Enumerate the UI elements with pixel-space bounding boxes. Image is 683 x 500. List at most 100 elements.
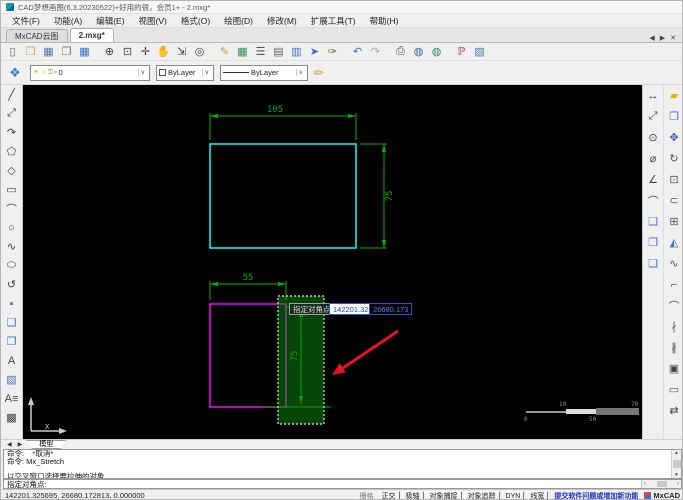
mtext-tool[interactable]: A≡ xyxy=(2,389,21,408)
save-as-button[interactable]: ▦ xyxy=(76,44,93,60)
create-block-tool[interactable]: ❐ xyxy=(2,332,21,351)
scroll-down-icon[interactable]: ▼ xyxy=(674,472,679,478)
break-button[interactable]: ∤ xyxy=(665,316,683,337)
ellipse-tool[interactable]: ⬭ xyxy=(2,256,21,275)
insert-image-tool[interactable]: ▧ xyxy=(2,370,21,389)
dim-arc-length-button[interactable]: ⌒ xyxy=(644,190,663,211)
construction-line-tool[interactable]: ⤢ xyxy=(2,104,21,123)
vertical-scroll-thumb[interactable] xyxy=(672,460,681,468)
tab-scroll-right-icon[interactable]: ▶ xyxy=(660,34,665,42)
pan-button[interactable]: ✋ xyxy=(155,44,172,60)
explode-button[interactable]: ▣ xyxy=(665,358,683,379)
menu-item[interactable]: 扩展工具(T) xyxy=(304,14,363,28)
dim-linear-button[interactable]: ↔ xyxy=(644,85,663,106)
status-toggle[interactable]: 对象追踪 xyxy=(463,490,500,499)
menu-item[interactable]: 绘图(D) xyxy=(217,14,260,28)
color-palette-button[interactable]: ▦ xyxy=(234,44,251,60)
chamfer-button[interactable]: ⌐ xyxy=(665,274,683,295)
menu-item[interactable]: 文件(F) xyxy=(5,14,47,28)
zoom-center-button[interactable]: ◎ xyxy=(191,44,208,60)
circle-tool[interactable]: ○ xyxy=(2,218,21,237)
tab-active-drawing[interactable]: 2.mxg* xyxy=(69,28,114,42)
zoom-extents-button[interactable]: ✛ xyxy=(137,44,154,60)
status-toggle[interactable]: 正交 xyxy=(377,490,400,499)
drawing-canvas[interactable]: 105 75 55 75 xyxy=(23,85,642,439)
dimension-75-right[interactable] xyxy=(360,143,387,249)
layer-select[interactable]: ☀ ☼ ⚿ ▫ 0 ∨ xyxy=(30,64,150,81)
scroll-left-icon[interactable]: ‹ xyxy=(644,481,646,487)
undo-button[interactable]: ↶ xyxy=(349,44,366,60)
erase-button[interactable]: ▰ xyxy=(665,85,683,106)
color-dropdown-icon[interactable]: ∨ xyxy=(201,69,211,76)
menu-item[interactable]: 格式(O) xyxy=(174,14,217,28)
menu-item[interactable]: 修改(M) xyxy=(260,14,304,28)
command-input-field[interactable]: 指定对角点: xyxy=(4,479,641,490)
color-select[interactable]: ByLayer ∨ xyxy=(156,64,214,81)
new-file-button[interactable]: ▯ xyxy=(4,44,21,60)
polygon-tool[interactable]: ⬠ xyxy=(2,142,21,161)
dim-diameter-button[interactable]: ⌀ xyxy=(644,148,663,169)
dim-quick-button[interactable]: ❏ xyxy=(644,253,663,274)
text-style-button[interactable]: ☰ xyxy=(252,44,269,60)
status-toggle[interactable]: 极轴 xyxy=(401,490,424,499)
layout-next-icon[interactable]: ▶ xyxy=(16,441,25,448)
format-brush-button[interactable]: ✑ xyxy=(324,44,341,60)
properties-edit-icon[interactable]: ✏ xyxy=(314,66,324,80)
layer-dropdown-icon[interactable]: ∨ xyxy=(137,69,147,76)
dynamic-input-y-field[interactable]: 26680.173 xyxy=(369,303,413,315)
print-button[interactable]: ⎙ xyxy=(392,44,409,60)
open-file-button[interactable]: ❐ xyxy=(22,44,39,60)
save-button[interactable]: ▦ xyxy=(40,44,57,60)
scale-button[interactable]: ⊡ xyxy=(665,169,683,190)
region-button[interactable]: ▭ xyxy=(665,379,683,400)
export-pdf-button[interactable]: ℙ xyxy=(453,44,470,60)
fillet-button[interactable]: ⌒ xyxy=(665,295,683,316)
select-button[interactable]: ➤ xyxy=(306,44,323,60)
offset-button[interactable]: ⊂ xyxy=(665,190,683,211)
zoom-window-button[interactable]: ⊡ xyxy=(119,44,136,60)
tab-close-icon[interactable]: ✕ xyxy=(670,34,676,42)
point-tool[interactable]: ▪ xyxy=(2,294,21,313)
save-sheet-button[interactable]: ▥ xyxy=(288,44,305,60)
dimension-105[interactable] xyxy=(209,113,357,140)
draw-line-tool[interactable]: ╱ xyxy=(2,85,21,104)
scroll-up-icon[interactable]: ▲ xyxy=(674,450,679,456)
tab-model[interactable]: 模型 xyxy=(26,440,67,449)
dim-angular-button[interactable]: ∠ xyxy=(644,169,663,190)
status-toggle[interactable]: 对象捕捉 xyxy=(425,490,462,499)
tab-scroll-left-icon[interactable]: ◀ xyxy=(649,34,654,42)
toggle-grid[interactable]: 栅格 xyxy=(358,491,376,500)
linetype-select[interactable]: ByLayer ∨ xyxy=(220,64,308,81)
tab-mxcad-cloud[interactable]: MxCAD云图 xyxy=(6,29,68,42)
zoom-scale-button[interactable]: ⇲ xyxy=(173,44,190,60)
dim-radius-button[interactable]: ⊙ xyxy=(644,127,663,148)
menu-item[interactable]: 帮助(H) xyxy=(363,14,406,28)
arc-tool[interactable]: ⌒ xyxy=(2,199,21,218)
rectangle-tool[interactable]: ▭ xyxy=(2,180,21,199)
polyline-tool[interactable]: ↷ xyxy=(2,123,21,142)
entity-rectangle-small[interactable] xyxy=(209,303,287,408)
horizontal-scroll-thumb[interactable] xyxy=(656,481,667,487)
dimension-55[interactable] xyxy=(209,281,287,300)
insert-image-button[interactable]: ▧ xyxy=(471,44,488,60)
dim-baseline-button[interactable]: ❐ xyxy=(644,232,663,253)
web-open-button[interactable]: ◍ xyxy=(428,44,445,60)
rotate-button[interactable]: ↻ xyxy=(665,148,683,169)
spline-edit-button[interactable]: ∿ xyxy=(665,253,683,274)
new-sheet-button[interactable]: ▤ xyxy=(270,44,287,60)
array-button[interactable]: ⊞ xyxy=(665,211,683,232)
spline-tool[interactable]: ∿ xyxy=(2,237,21,256)
web-publish-button[interactable]: ◍ xyxy=(410,44,427,60)
insert-block-tool[interactable]: ❏ xyxy=(2,313,21,332)
stretch-button[interactable]: ⇄ xyxy=(665,400,683,421)
mirror-button[interactable]: ◭ xyxy=(665,232,683,253)
text-tool[interactable]: A xyxy=(2,351,21,370)
draw-line-button[interactable]: ✎ xyxy=(216,44,233,60)
polygon-irregular-tool[interactable]: ◇ xyxy=(2,161,21,180)
menu-item[interactable]: 编辑(E) xyxy=(89,14,131,28)
copy-button[interactable]: ❐ xyxy=(665,106,683,127)
status-toggle[interactable]: DYN xyxy=(501,490,525,499)
feedback-link[interactable]: 提交软件问题或增加新功能 xyxy=(554,491,638,500)
zoom-in-button[interactable]: ⊕ xyxy=(101,44,118,60)
open-drawing-button[interactable]: ❐ xyxy=(58,44,75,60)
